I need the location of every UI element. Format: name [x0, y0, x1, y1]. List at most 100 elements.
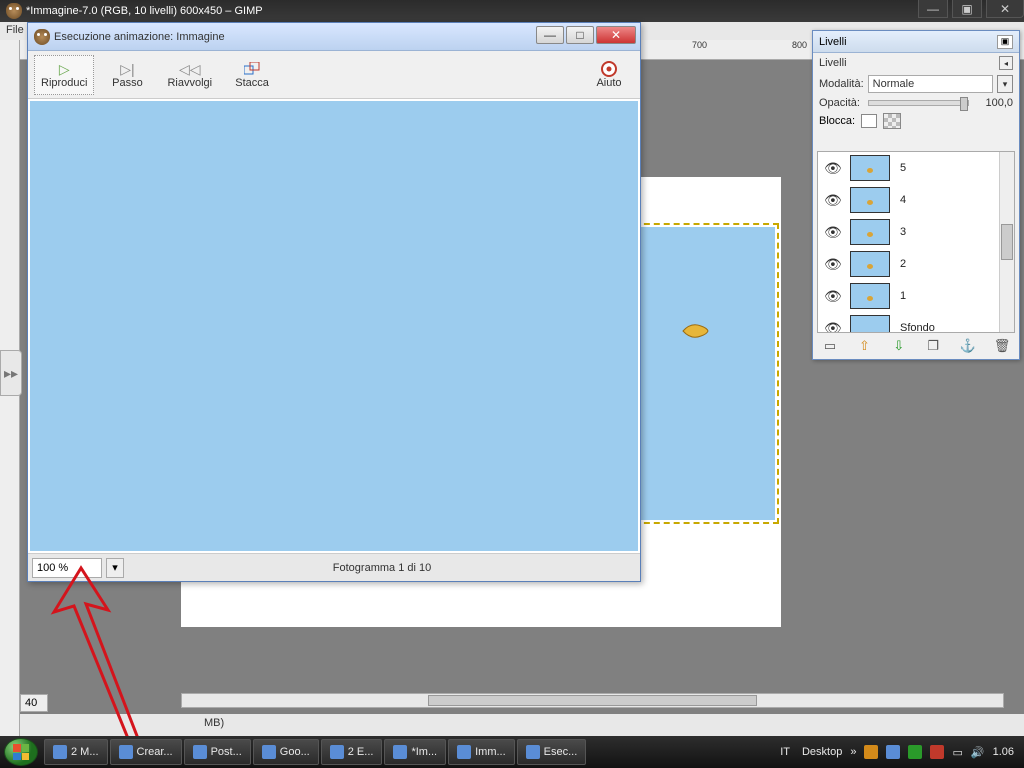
- opacity-row: Opacità: 100,0: [813, 95, 1019, 111]
- system-tray[interactable]: IT Desktop » ▭ 🔊 1.06: [770, 745, 1020, 759]
- taskbar-app-button[interactable]: *Im...: [384, 739, 446, 765]
- tray-icon[interactable]: [864, 745, 878, 759]
- layers-panel-titlebar[interactable]: Livelli ▣: [813, 31, 1019, 53]
- layers-section-label: Livelli: [819, 57, 847, 69]
- taskbar-app-button[interactable]: Goo...: [253, 739, 319, 765]
- horizontal-scrollbar[interactable]: [181, 693, 1004, 708]
- layer-thumbnail: [850, 219, 890, 245]
- ruler-tick: 700: [692, 40, 707, 50]
- menu-file[interactable]: File: [6, 24, 24, 36]
- tray-icon[interactable]: [886, 745, 900, 759]
- zoom-dropdown-button[interactable]: ▾: [106, 558, 124, 578]
- layers-panel-section-header: Livelli ◂: [813, 53, 1019, 73]
- dialog-close-button[interactable]: ✕: [596, 26, 636, 44]
- tray-chevron-icon[interactable]: »: [850, 746, 856, 758]
- layer-name-label[interactable]: 2: [900, 258, 906, 270]
- layer-row[interactable]: 👁3: [818, 216, 1014, 248]
- animation-toolbar: ▷ Riproduci ▷| Passo ◁◁ Riavvolgi Stacca…: [28, 51, 640, 99]
- new-layer-button[interactable]: ▭: [821, 337, 839, 355]
- lock-label: Blocca:: [819, 115, 855, 127]
- step-label: Passo: [112, 77, 143, 89]
- duplicate-layer-button[interactable]: ❐: [924, 337, 942, 355]
- layer-name-label[interactable]: 5: [900, 162, 906, 174]
- visibility-eye-icon[interactable]: 👁: [824, 288, 840, 305]
- layer-thumbnail: [850, 315, 890, 333]
- windows-taskbar[interactable]: 2 M...Crear...Post...Goo...2 E...*Im...I…: [0, 736, 1024, 768]
- raise-layer-button[interactable]: ⇧: [855, 337, 873, 355]
- tray-volume-icon[interactable]: 🔊: [971, 746, 985, 759]
- gimp-wilber-icon: [34, 29, 50, 45]
- main-window-titlebar: *Immagine-7.0 (RGB, 10 livelli) 600x450 …: [0, 0, 1024, 22]
- layer-name-label[interactable]: Sfondo: [900, 322, 935, 333]
- delete-layer-button[interactable]: 🗑: [993, 337, 1011, 355]
- visibility-eye-icon[interactable]: 👁: [824, 320, 840, 334]
- lock-pixels-checkbox[interactable]: [861, 114, 877, 128]
- status-bar: MB): [20, 714, 1024, 736]
- frame-counter: Fotogramma 1 di 10: [124, 562, 640, 574]
- zoom-input[interactable]: 100 %: [32, 558, 102, 578]
- visibility-eye-icon[interactable]: 👁: [824, 160, 840, 177]
- layer-name-label[interactable]: 1: [900, 290, 906, 302]
- tray-network-icon[interactable]: ▭: [952, 746, 962, 759]
- status-memory: MB): [204, 717, 224, 729]
- taskbar-clock[interactable]: 1.06: [993, 746, 1014, 758]
- start-button[interactable]: [4, 738, 38, 766]
- rewind-label: Riavvolgi: [167, 77, 212, 89]
- tray-icon[interactable]: [930, 745, 944, 759]
- animation-dialog-titlebar[interactable]: Esecuzione animazione: Immagine — □ ✕: [28, 23, 640, 51]
- rewind-button[interactable]: ◁◁ Riavvolgi: [160, 55, 219, 95]
- app-icon: [53, 745, 67, 759]
- layer-row[interactable]: 👁 Sfondo: [818, 312, 1014, 333]
- blend-mode-select[interactable]: Normale: [868, 75, 993, 93]
- opacity-slider[interactable]: [868, 100, 969, 106]
- lock-alpha-checkbox[interactable]: [883, 113, 901, 129]
- visibility-eye-icon[interactable]: 👁: [824, 224, 840, 241]
- layer-name-label[interactable]: 4: [900, 194, 906, 206]
- layer-row[interactable]: 👁1: [818, 280, 1014, 312]
- layer-thumbnail: [850, 187, 890, 213]
- minimize-button[interactable]: —: [918, 0, 948, 18]
- taskbar-app-button[interactable]: Post...: [184, 739, 251, 765]
- taskbar-app-button[interactable]: Crear...: [110, 739, 182, 765]
- layers-panel-menu-button[interactable]: ◂: [999, 56, 1013, 70]
- visibility-eye-icon[interactable]: 👁: [824, 256, 840, 273]
- layer-list[interactable]: 👁5👁4👁3👁2👁1👁Sfondo: [817, 151, 1015, 333]
- layer-name-label[interactable]: 3: [900, 226, 906, 238]
- layer-list-scrollbar[interactable]: [999, 152, 1014, 332]
- taskbar-app-button[interactable]: 2 M...: [44, 739, 108, 765]
- opacity-label: Opacità:: [819, 97, 860, 109]
- layer-row[interactable]: 👁2: [818, 248, 1014, 280]
- dialog-maximize-button[interactable]: □: [566, 26, 594, 44]
- taskbar-app-button[interactable]: Imm...: [448, 739, 515, 765]
- maximize-button[interactable]: ▣: [952, 0, 982, 18]
- language-indicator[interactable]: IT: [776, 746, 794, 758]
- layers-panel-title: Livelli: [819, 36, 847, 48]
- play-button[interactable]: ▷ Riproduci: [34, 55, 94, 95]
- taskbar-app-button[interactable]: Esec...: [517, 739, 587, 765]
- anchor-layer-button[interactable]: ⚓: [959, 337, 977, 355]
- blend-mode-row: Modalità: Normale ▾: [813, 73, 1019, 95]
- tray-icon[interactable]: [908, 745, 922, 759]
- lower-layer-button[interactable]: ⇩: [890, 337, 908, 355]
- taskbar-app-button[interactable]: 2 E...: [321, 739, 383, 765]
- play-icon: ▷: [59, 61, 70, 77]
- fish-shape-icon: [681, 320, 709, 342]
- layers-panel-close-button[interactable]: ▣: [997, 35, 1013, 49]
- play-label: Riproduci: [41, 77, 87, 89]
- close-button[interactable]: ✕: [986, 0, 1024, 18]
- detach-icon: [244, 61, 260, 77]
- animation-playback-dialog: Esecuzione animazione: Immagine — □ ✕ ▷ …: [27, 22, 641, 582]
- dialog-minimize-button[interactable]: —: [536, 26, 564, 44]
- step-button[interactable]: ▷| Passo: [102, 55, 152, 95]
- layer-row[interactable]: 👁5: [818, 152, 1014, 184]
- show-desktop-button[interactable]: Desktop: [802, 746, 842, 758]
- detach-button[interactable]: Stacca: [227, 55, 277, 95]
- layer-row[interactable]: 👁4: [818, 184, 1014, 216]
- docked-toolbox-tab[interactable]: ▸▸: [0, 350, 22, 396]
- layers-panel: Livelli ▣ Livelli ◂ Modalità: Normale ▾ …: [812, 30, 1020, 360]
- visibility-eye-icon[interactable]: 👁: [824, 192, 840, 209]
- help-button[interactable]: Aiuto: [584, 55, 634, 95]
- app-icon: [330, 745, 344, 759]
- blend-mode-dropdown-button[interactable]: ▾: [997, 75, 1013, 93]
- app-icon: [119, 745, 133, 759]
